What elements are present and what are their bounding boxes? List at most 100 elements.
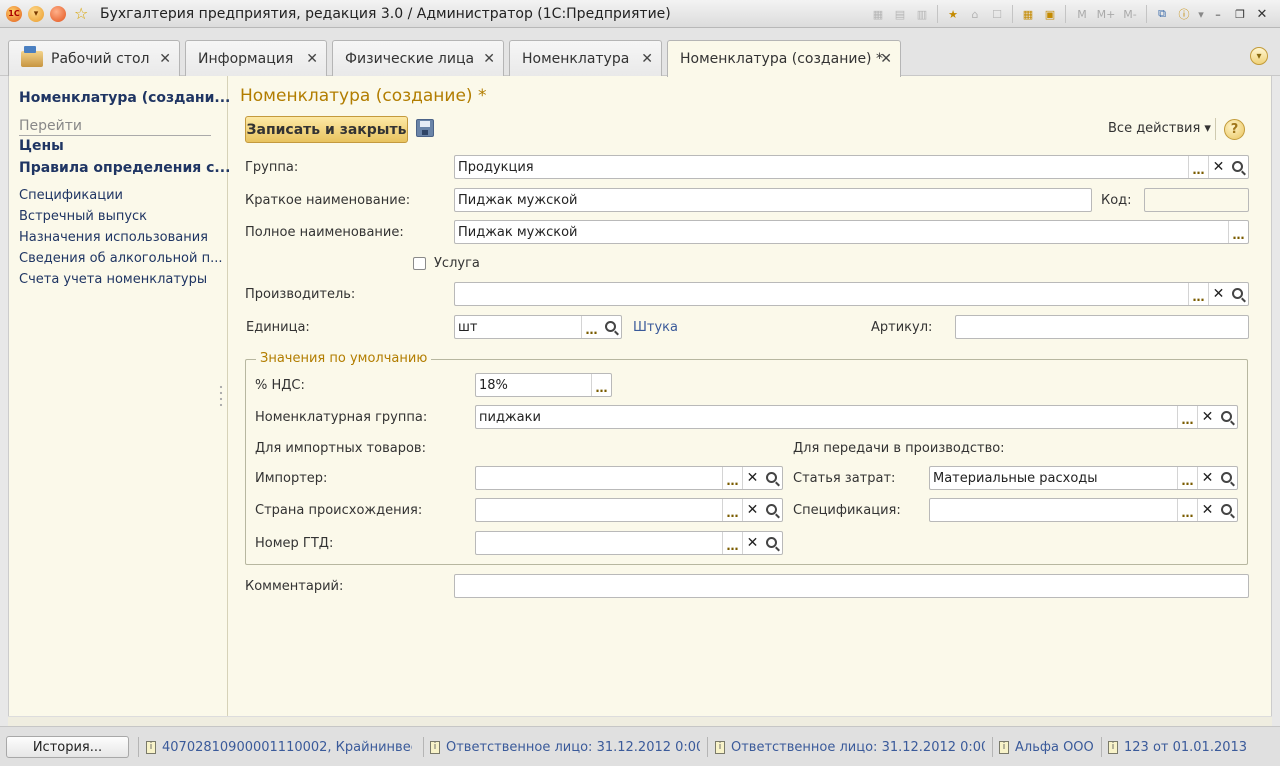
vat-field[interactable]: 18% … <box>475 373 612 397</box>
importer-field[interactable]: … ✕ <box>475 466 783 490</box>
add-favorite-icon[interactable]: ★ <box>943 4 963 24</box>
search-icon[interactable] <box>1217 499 1237 521</box>
gtd-number-field[interactable]: … ✕ <box>475 531 783 555</box>
select-dots-icon[interactable]: … <box>722 467 742 489</box>
short-name-field[interactable]: Пиджак мужской <box>454 188 1092 212</box>
print-icon[interactable]: ▤ <box>890 4 910 24</box>
close-icon[interactable]: ✕ <box>641 51 653 67</box>
memory-button[interactable]: M <box>1071 8 1093 21</box>
search-icon[interactable] <box>762 532 782 554</box>
favorites-star-icon[interactable]: ☆ <box>74 4 92 23</box>
short-name-value[interactable]: Пиджак мужской <box>455 193 1091 208</box>
stop-icon[interactable] <box>50 5 66 22</box>
code-field[interactable] <box>1144 188 1249 212</box>
nav-link-counter-release[interactable]: Встречный выпуск <box>19 209 147 224</box>
status-item-bank-account[interactable]: i 40702810900001110002, Крайнинвестб... <box>146 738 412 756</box>
search-icon[interactable] <box>1228 156 1248 178</box>
comment-field[interactable] <box>454 574 1249 598</box>
clear-icon[interactable]: ✕ <box>1197 499 1217 521</box>
status-item-responsible-2[interactable]: i Ответственное лицо: 31.12.2012 0:00:..… <box>715 738 985 756</box>
nav-link-accounts[interactable]: Счета учета номенклатуры <box>19 272 207 287</box>
tab-nomenclature[interactable]: Номенклатура ✕ <box>509 40 662 76</box>
select-dots-icon[interactable]: … <box>722 499 742 521</box>
calendar-icon[interactable]: ▣ <box>1040 4 1060 24</box>
group-value[interactable]: Продукция <box>455 160 1188 175</box>
nav-link-alcohol-info[interactable]: Сведения об алкогольной п... <box>19 251 223 266</box>
search-icon[interactable] <box>601 316 621 338</box>
save-disk-icon[interactable] <box>416 119 434 137</box>
status-item-organization[interactable]: i Альфа ООО <box>999 738 1099 756</box>
status-item-responsible-1[interactable]: i Ответственное лицо: 31.12.2012 0:00:..… <box>430 738 700 756</box>
full-name-value[interactable]: Пиджак мужской <box>455 225 1228 240</box>
select-dots-icon[interactable]: … <box>722 532 742 554</box>
specification-field[interactable]: … ✕ <box>929 498 1238 522</box>
clear-icon[interactable]: ✕ <box>742 499 762 521</box>
select-dots-icon[interactable]: … <box>1177 499 1197 521</box>
history-icon[interactable]: ⌂ <box>965 4 985 24</box>
cost-item-field[interactable]: Материальные расходы … ✕ <box>929 466 1238 490</box>
search-icon[interactable] <box>762 499 782 521</box>
select-dots-icon[interactable]: … <box>1228 221 1248 243</box>
select-dots-icon[interactable]: … <box>1177 467 1197 489</box>
close-icon[interactable]: ✕ <box>159 51 171 67</box>
nav-item-rules[interactable]: Правила определения с... <box>19 160 230 176</box>
select-dots-icon[interactable]: … <box>591 374 611 396</box>
country-field[interactable]: … ✕ <box>475 498 783 522</box>
tabs-menu-chevron-icon[interactable]: ▾ <box>1250 47 1268 65</box>
select-dots-icon[interactable]: … <box>581 316 601 338</box>
close-icon[interactable]: ✕ <box>880 51 892 67</box>
article-field[interactable] <box>955 315 1249 339</box>
vat-value[interactable]: 18% <box>476 378 591 393</box>
splitter-handle[interactable] <box>219 384 223 410</box>
select-dots-icon[interactable]: … <box>1177 406 1197 428</box>
unit-full-name-link[interactable]: Штука <box>633 320 678 335</box>
nav-current-item[interactable]: Номенклатура (создани... <box>19 90 230 106</box>
group-field[interactable]: Продукция … ✕ <box>454 155 1249 179</box>
clear-icon[interactable]: ✕ <box>742 467 762 489</box>
tab-nomenclature-create[interactable]: Номенклатура (создание) * ✕ <box>667 40 901 77</box>
search-icon[interactable] <box>1228 283 1248 305</box>
tab-individuals[interactable]: Физические лица ✕ <box>332 40 504 76</box>
service-label[interactable]: Услуга <box>434 256 480 271</box>
status-item-document[interactable]: i 123 от 01.01.2013 <box>1108 738 1268 756</box>
clear-icon[interactable]: ✕ <box>1197 467 1217 489</box>
nomenclature-group-value[interactable]: пиджаки <box>476 410 1177 425</box>
restore-icon[interactable]: ❐ <box>1230 4 1250 24</box>
info-menu-chevron-icon[interactable]: ▾ <box>1196 4 1206 24</box>
close-icon[interactable]: ✕ <box>483 51 495 67</box>
select-dots-icon[interactable]: … <box>1188 156 1208 178</box>
help-icon[interactable]: ? <box>1224 119 1245 140</box>
search-icon[interactable] <box>1217 406 1237 428</box>
nav-link-usage-assignments[interactable]: Назначения использования <box>19 230 208 245</box>
calculator-icon[interactable]: ▦ <box>1018 4 1038 24</box>
search-icon[interactable] <box>762 467 782 489</box>
clear-icon[interactable]: ✕ <box>742 532 762 554</box>
history-button[interactable]: История... <box>6 736 129 758</box>
clear-icon[interactable]: ✕ <box>1197 406 1217 428</box>
windows-icon[interactable]: ⧉ <box>1152 4 1172 24</box>
memory-plus-button[interactable]: M+ <box>1095 8 1117 21</box>
full-name-field[interactable]: Пиджак мужской … <box>454 220 1249 244</box>
clear-icon[interactable]: ✕ <box>1208 156 1228 178</box>
unit-value[interactable]: шт <box>455 320 581 335</box>
service-checkbox[interactable] <box>413 257 426 270</box>
search-icon[interactable] <box>1217 467 1237 489</box>
manufacturer-field[interactable]: … ✕ <box>454 282 1249 306</box>
close-icon[interactable]: ✕ <box>306 51 318 67</box>
tab-desktop[interactable]: Рабочий стол ✕ <box>8 40 180 76</box>
main-menu-icon[interactable]: ▾ <box>28 5 44 22</box>
info-icon[interactable]: ⓘ <box>1174 4 1194 24</box>
nav-link-specifications[interactable]: Спецификации <box>19 188 123 203</box>
unit-field[interactable]: шт … <box>454 315 622 339</box>
select-dots-icon[interactable]: … <box>1188 283 1208 305</box>
save-and-close-button[interactable]: Записать и закрыть <box>245 116 408 143</box>
cost-item-value[interactable]: Материальные расходы <box>930 471 1177 486</box>
link-icon[interactable]: ☐ <box>987 4 1007 24</box>
preview-icon[interactable]: ▥ <box>912 4 932 24</box>
minimize-icon[interactable]: – <box>1208 4 1228 24</box>
save-icon[interactable]: ▦ <box>868 4 888 24</box>
memory-minus-button[interactable]: M- <box>1119 8 1141 21</box>
nav-item-prices[interactable]: Цены <box>19 138 64 154</box>
clear-icon[interactable]: ✕ <box>1208 283 1228 305</box>
app-logo-icon[interactable]: 1С <box>6 5 22 22</box>
